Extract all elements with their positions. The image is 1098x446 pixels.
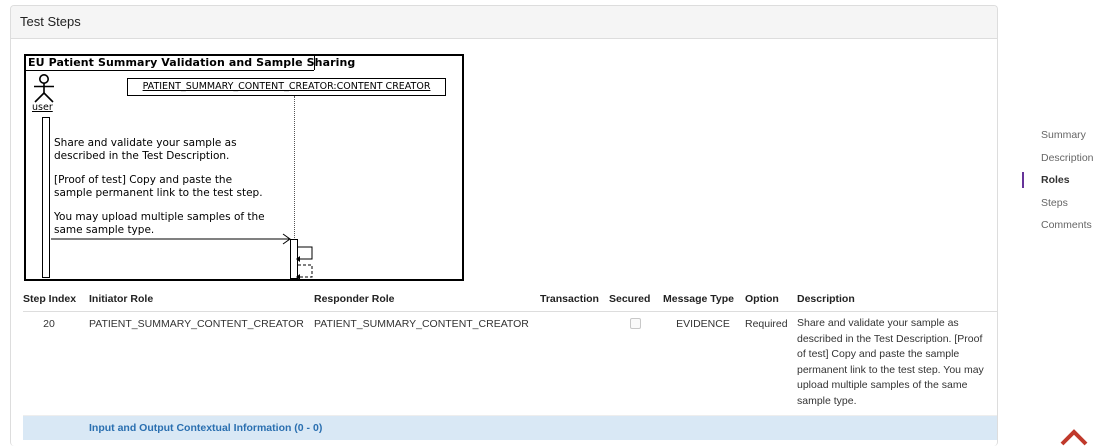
- header-transaction: Transaction: [540, 287, 609, 312]
- header-option: Option: [745, 287, 797, 312]
- table-row: 20 PATIENT_SUMMARY_CONTENT_CREATOR PATIE…: [23, 311, 997, 416]
- cell-initiator-role: PATIENT_SUMMARY_CONTENT_CREATOR: [89, 311, 314, 416]
- header-description: Description: [797, 287, 997, 312]
- steps-table: Step Index Initiator Role Responder Role…: [23, 287, 997, 440]
- cell-step-index: 20: [23, 311, 89, 416]
- cell-responder-role: PATIENT_SUMMARY_CONTENT_CREATOR: [314, 311, 540, 416]
- test-steps-panel: Test Steps EU Patient Summary Validation…: [10, 5, 998, 446]
- cell-transaction: [540, 311, 609, 416]
- info-row-spacer: [23, 415, 89, 440]
- header-step-index: Step Index: [23, 287, 89, 312]
- nav-item-steps[interactable]: Steps: [1022, 192, 1098, 215]
- cell-option: Required: [745, 311, 797, 416]
- header-secured: Secured: [609, 287, 663, 312]
- cell-secured: [609, 311, 663, 416]
- header-initiator-role: Initiator Role: [89, 287, 314, 312]
- secured-checkbox: [629, 318, 641, 329]
- contextual-info-row[interactable]: Input and Output Contextual Information …: [23, 415, 997, 440]
- contextual-info-link[interactable]: Input and Output Contextual Information …: [89, 415, 997, 440]
- nav-item-roles[interactable]: Roles: [1022, 169, 1098, 192]
- side-navigation: Summary Description Roles Steps Comments: [1022, 124, 1098, 237]
- header-message-type: Message Type: [663, 287, 745, 312]
- cell-message-type: EVIDENCE: [663, 311, 745, 416]
- panel-title: Test Steps: [11, 6, 997, 39]
- nav-item-comments[interactable]: Comments: [1022, 214, 1098, 237]
- message-arrows: [51, 233, 313, 280]
- sequence-diagram: EU Patient Summary Validation and Sample…: [24, 54, 464, 281]
- cell-description: Share and validate your sample as descri…: [797, 311, 997, 416]
- chevron-up-icon[interactable]: [1058, 426, 1090, 446]
- nav-item-summary[interactable]: Summary: [1022, 124, 1098, 147]
- nav-item-description[interactable]: Description: [1022, 147, 1098, 170]
- header-responder-role: Responder Role: [314, 287, 540, 312]
